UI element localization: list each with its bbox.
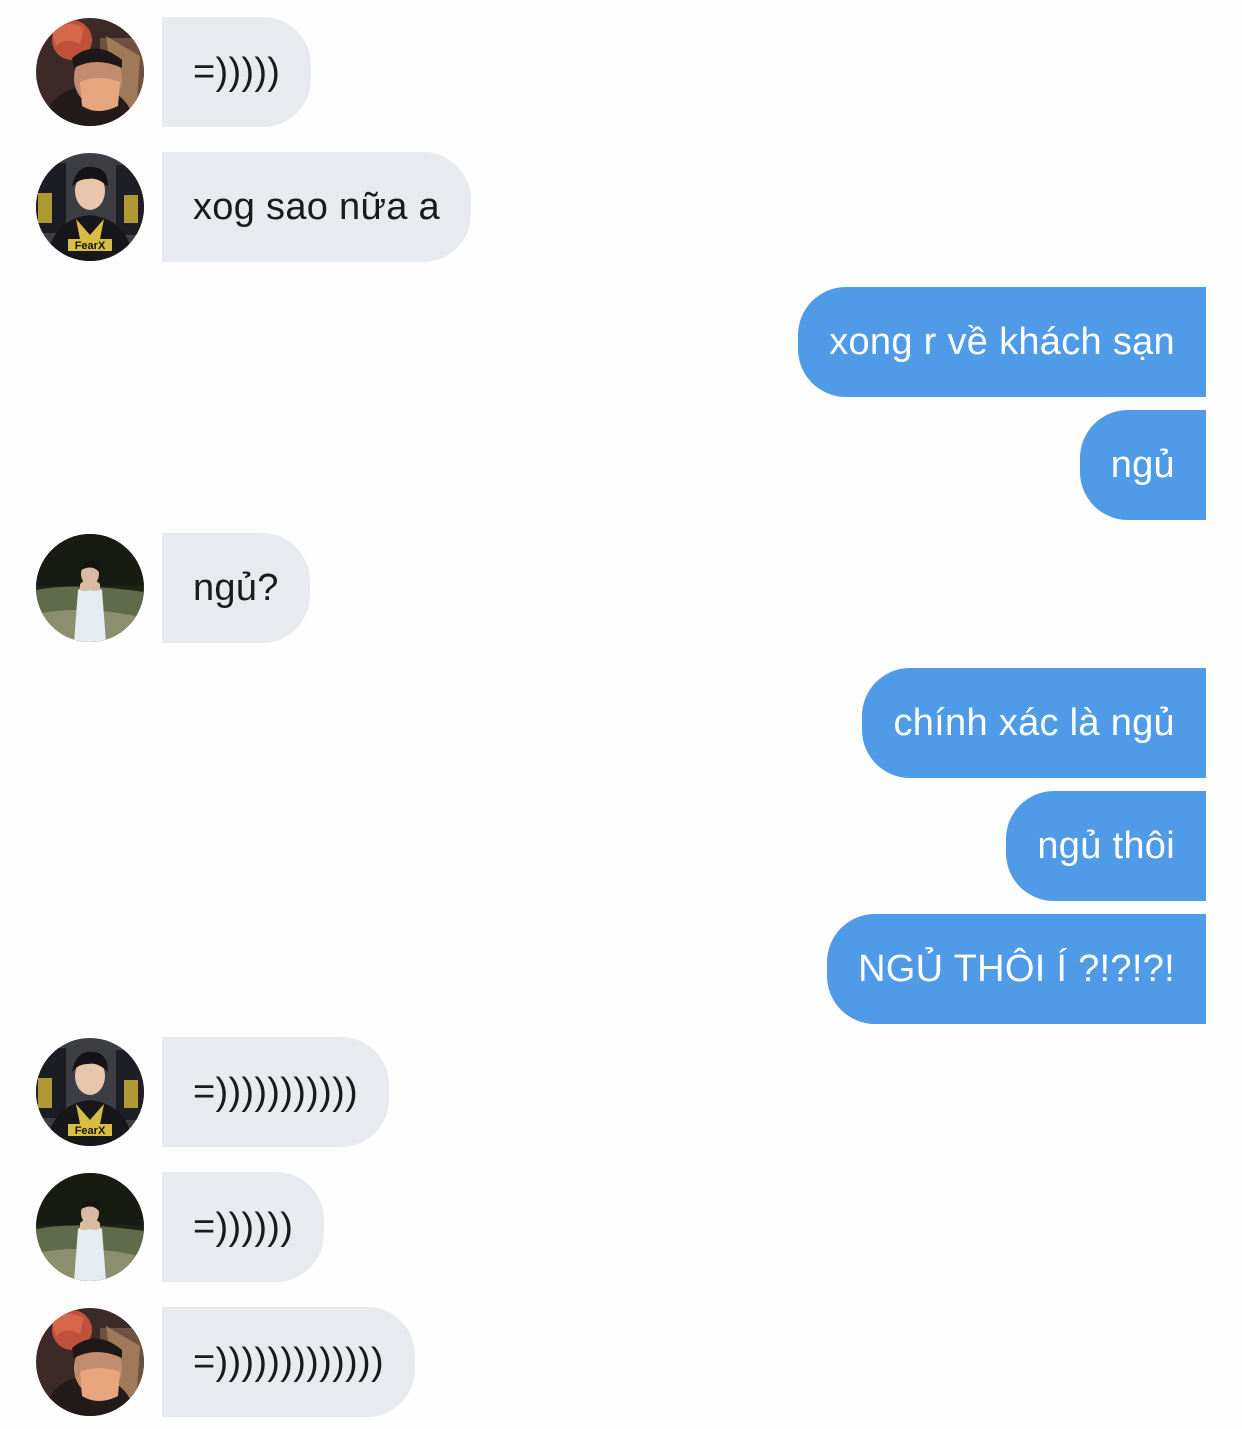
- user-avatar[interactable]: [36, 1308, 144, 1416]
- message-bubble-incoming[interactable]: =)))))): [162, 1172, 325, 1282]
- message-bubble-incoming[interactable]: xog sao nữa a: [162, 152, 471, 262]
- masked-person-avatar-icon: [36, 18, 144, 126]
- user-avatar[interactable]: [36, 1173, 144, 1281]
- team-jersey-person-avatar-icon: FearX: [36, 1038, 144, 1146]
- message-bubble-incoming[interactable]: =))))))))))))): [162, 1307, 415, 1417]
- message-row-incoming: FearX =))))))))))): [0, 1037, 1242, 1147]
- message-row-outgoing: ngủ thôi: [0, 791, 1242, 901]
- avatar-logo-text: FearX: [75, 1125, 106, 1137]
- person-on-beach-avatar-icon: [36, 1173, 144, 1281]
- user-avatar[interactable]: [36, 534, 144, 642]
- message-bubble-incoming[interactable]: =))))): [162, 17, 312, 127]
- message-row-outgoing: chính xác là ngủ: [0, 668, 1242, 778]
- team-jersey-person-avatar-icon: FearX: [36, 153, 144, 261]
- message-row-incoming: ngủ?: [0, 533, 1242, 643]
- message-bubble-incoming[interactable]: =))))))))))): [162, 1037, 389, 1147]
- message-row-incoming: =))))))))))))): [0, 1307, 1242, 1417]
- user-avatar[interactable]: FearX: [36, 1038, 144, 1146]
- message-bubble-incoming[interactable]: ngủ?: [162, 533, 310, 643]
- user-avatar[interactable]: [36, 18, 144, 126]
- masked-person-avatar-icon: [36, 1308, 144, 1416]
- message-bubble-outgoing[interactable]: ngủ: [1079, 410, 1206, 520]
- message-row-outgoing: NGỦ THÔI Í ?!?!?!: [0, 914, 1242, 1024]
- person-on-beach-avatar-icon: [36, 534, 144, 642]
- avatar-logo-text: FearX: [75, 240, 106, 252]
- message-row-incoming: FearX xog sao nữa a: [0, 152, 1242, 262]
- message-bubble-outgoing[interactable]: chính xác là ngủ: [862, 668, 1206, 778]
- message-bubble-outgoing[interactable]: ngủ thôi: [1006, 791, 1206, 901]
- message-row-outgoing: xong r về khách sạn: [0, 287, 1242, 397]
- message-bubble-outgoing[interactable]: xong r về khách sạn: [798, 287, 1206, 397]
- message-row-incoming: =)))))): [0, 1172, 1242, 1282]
- message-row-incoming: =))))): [0, 17, 1242, 127]
- message-bubble-outgoing[interactable]: NGỦ THÔI Í ?!?!?!: [827, 914, 1206, 1024]
- message-thread: =))))) FearX xog sao nữa a xong r về khá…: [0, 0, 1242, 1429]
- message-row-outgoing: ngủ: [0, 410, 1242, 520]
- user-avatar[interactable]: FearX: [36, 153, 144, 261]
